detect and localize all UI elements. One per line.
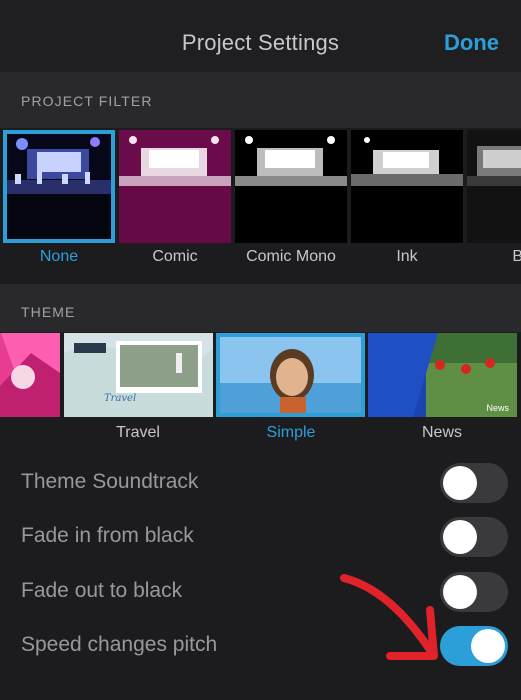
done-button[interactable]: Done	[444, 30, 499, 56]
section-label-project-filter: PROJECT FILTER	[21, 93, 153, 109]
toggle-knob	[471, 629, 505, 663]
setting-row-theme-soundtrack: Theme Soundtrack	[0, 457, 521, 511]
filter-label-bw: B&	[512, 248, 521, 265]
theme-tile-news[interactable]: News	[368, 333, 517, 417]
theme-label-simple: Simple	[266, 424, 316, 441]
nav-bar: Project Settings Done	[0, 0, 521, 72]
concert-thumbnail	[7, 134, 111, 239]
bw-thumbnail	[467, 130, 521, 243]
theme-label-travel: Travel	[116, 424, 160, 441]
toggle-knob	[443, 466, 477, 500]
filter-tile-comic[interactable]	[119, 130, 231, 243]
setting-label: Speed changes pitch	[21, 633, 218, 656]
pink-theme-thumbnail	[0, 333, 60, 417]
page-title: Project Settings	[181, 30, 340, 55]
travel-overlay-text: Travel	[104, 393, 137, 404]
setting-row-speed-pitch: Speed changes pitch	[0, 620, 521, 674]
filter-label-none: None	[39, 248, 79, 265]
news-overlay-text: News	[486, 403, 509, 413]
theme-header: THEME	[0, 284, 521, 332]
project-filter-header: PROJECT FILTER	[0, 72, 521, 128]
setting-row-fade-out: Fade out to black	[0, 566, 521, 620]
setting-label: Theme Soundtrack	[21, 470, 199, 493]
theme-label-news: News	[421, 424, 462, 441]
toggle-knob	[443, 575, 477, 609]
ink-thumbnail	[351, 130, 463, 243]
theme-carousel[interactable]: n Travel Travel Simple	[0, 333, 521, 445]
comic-thumbnail	[119, 130, 231, 243]
section-label-theme: THEME	[21, 304, 76, 320]
speed-changes-pitch-toggle[interactable]	[440, 626, 508, 666]
setting-label: Fade out to black	[21, 579, 183, 602]
filter-label-comic-mono: Comic Mono	[246, 248, 336, 265]
theme-tile-simple[interactable]	[216, 333, 365, 417]
theme-tile-partial[interactable]	[0, 333, 60, 417]
comic-mono-thumbnail	[235, 130, 347, 243]
filter-tile-comic-mono[interactable]	[235, 130, 347, 243]
filter-tile-bw[interactable]	[467, 130, 521, 243]
filter-carousel[interactable]: None Comic Comic Mono Ink B	[0, 130, 521, 268]
setting-label: Fade in from black	[21, 524, 194, 547]
filter-label-comic: Comic	[152, 248, 198, 265]
toggle-knob	[443, 520, 477, 554]
filter-tile-none[interactable]	[3, 130, 115, 243]
setting-row-fade-in: Fade in from black	[0, 511, 521, 565]
filter-tile-ink[interactable]	[351, 130, 463, 243]
fade-out-toggle[interactable]	[440, 572, 508, 612]
theme-tile-travel[interactable]: Travel	[64, 333, 213, 417]
theme-label-partial: n	[0, 424, 4, 442]
travel-theme-thumbnail	[64, 333, 213, 417]
simple-theme-thumbnail	[220, 337, 361, 413]
fade-in-toggle[interactable]	[440, 517, 508, 557]
theme-soundtrack-toggle[interactable]	[440, 463, 508, 503]
filter-label-ink: Ink	[396, 248, 418, 265]
